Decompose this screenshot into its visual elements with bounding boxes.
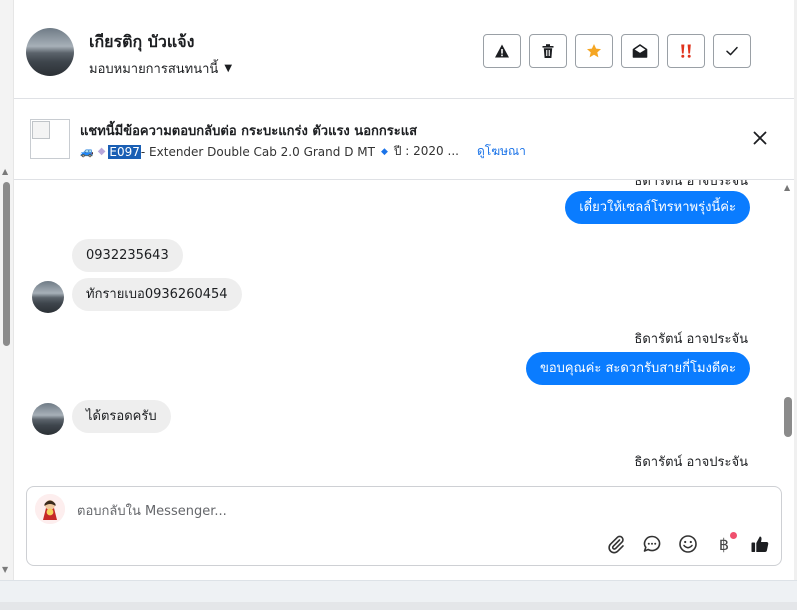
close-icon [753, 131, 767, 145]
warning-icon [495, 44, 509, 58]
listing-model: - Extender Double Cab 2.0 Grand D MT [140, 144, 375, 159]
composer-tools: ฿ [605, 532, 771, 555]
truck-icon: 🚙 [80, 145, 94, 158]
message-bubble-outgoing[interactable]: เดี๋ยวให้เซลล์โทรหาพรุ่งนี้ค่ะ [565, 191, 750, 224]
mark-urgent-button[interactable] [667, 34, 705, 68]
thumbs-up-icon [751, 536, 769, 552]
message-bubble-incoming[interactable]: ได้ตรอดครับ [72, 400, 171, 433]
baht-icon: ฿ [718, 534, 730, 554]
paperclip-icon [608, 535, 624, 554]
message-list[interactable]: ธิดารัตน์ อาจประจัน เดี๋ยวให้เซลล์โทรหาพ… [14, 180, 794, 478]
scroll-up-icon[interactable]: ▲ [784, 183, 790, 192]
notification-dot [730, 532, 737, 539]
attach-button[interactable] [605, 533, 627, 555]
urgent-icon [681, 44, 691, 58]
scroll-up-icon[interactable]: ▲ [2, 168, 8, 176]
separator-dot-icon: ◆ [380, 146, 388, 157]
mark-done-button[interactable] [713, 34, 751, 68]
delete-button[interactable] [529, 34, 567, 68]
listing-thumbnail[interactable] [30, 119, 70, 159]
contact-avatar-small [32, 281, 64, 313]
listing-year: ปี : 2020 ... [393, 144, 459, 158]
payment-button[interactable]: ฿ [713, 532, 737, 555]
caret-down-icon: ▼ [224, 63, 233, 74]
chat-scrollbar[interactable]: ▲ [782, 180, 794, 478]
diamond-icon: ◆ [97, 146, 106, 157]
listing-title: แชทนี้มีข้อความตอบกลับต่อ กระบะแกร่ง ตัว… [80, 124, 418, 139]
message-sender: ธิดารัตน์ อาจประจัน [634, 332, 748, 347]
emoji-icon [679, 535, 697, 553]
assign-conversation-dropdown[interactable]: มอบหมายการสนทนานี้ ▼ [89, 58, 232, 79]
report-button[interactable] [483, 34, 521, 68]
reply-input[interactable] [75, 499, 679, 523]
mark-unread-button[interactable] [621, 34, 659, 68]
message-sender: ธิดารัตน์ อาจประจัน [634, 455, 748, 470]
listing-bar: แชทนี้มีข้อความตอบกลับต่อ กระบะแกร่ง ตัว… [14, 99, 794, 180]
contact-avatar-small [32, 403, 64, 435]
star-button[interactable] [575, 34, 613, 68]
page-scrollbar-thumb[interactable] [3, 182, 10, 346]
user-avatar [35, 494, 65, 524]
scroll-down-icon[interactable]: ▼ [2, 566, 8, 574]
contact-avatar[interactable] [26, 28, 74, 76]
chat-scrollbar-thumb[interactable] [784, 397, 792, 437]
message-bubble-incoming[interactable]: 0932235643 [72, 239, 183, 272]
close-listing-button[interactable] [751, 129, 769, 147]
header-actions [483, 34, 751, 68]
emoji-button[interactable] [677, 533, 699, 555]
reply-composer: ฿ [26, 486, 782, 566]
chat-bubble-icon [643, 535, 661, 552]
trash-icon [542, 44, 554, 58]
like-button[interactable] [749, 533, 771, 555]
view-ad-link[interactable]: ดูโฆษณา [477, 142, 526, 161]
bottom-strip [0, 580, 797, 610]
mail-open-icon [632, 44, 648, 58]
listing-meta: 🚙 ◆ E097 - Extender Double Cab 2.0 Grand… [80, 142, 526, 161]
page-scrollbar[interactable]: ▲ ▼ [0, 0, 14, 580]
assign-label: มอบหมายการสนทนานี้ [89, 62, 219, 77]
message-bubble-incoming[interactable]: ทักรายเบอ0936260454 [72, 278, 242, 311]
check-icon [726, 46, 738, 56]
saved-replies-button[interactable] [641, 533, 663, 555]
conversation-header: เกียรติกุ บัวแจ้ง มอบหมายการสนทนานี้ ▼ [14, 0, 794, 99]
message-bubble-outgoing[interactable]: ขอบคุณค่ะ สะดวกรับสายกี่โมงดีคะ [525, 352, 750, 385]
message-sender: ธิดารัตน์ อาจประจัน [634, 180, 748, 189]
listing-code: E097 [108, 144, 141, 159]
star-icon [587, 44, 601, 58]
contact-name: เกียรติกุ บัวแจ้ง [89, 32, 195, 51]
